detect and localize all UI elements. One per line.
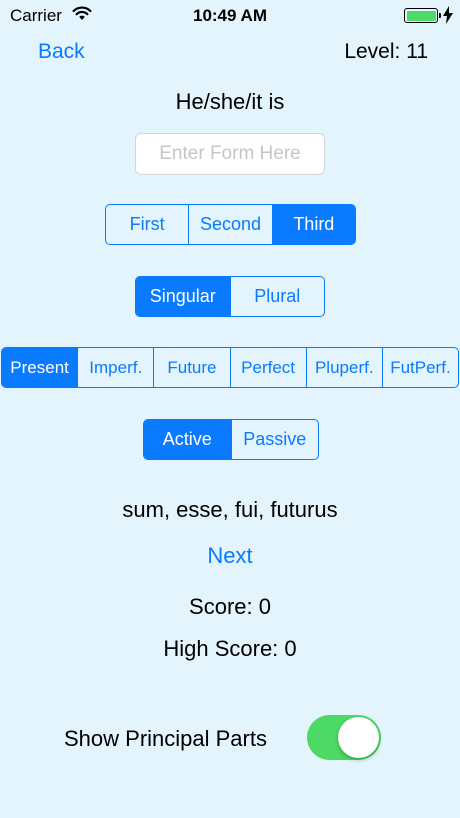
tense-segment-futperf[interactable]: FutPerf. <box>381 348 458 387</box>
voice-segment-active[interactable]: Active <box>144 420 231 459</box>
back-button[interactable]: Back <box>38 40 85 64</box>
person-segment-first[interactable]: First <box>106 205 188 244</box>
tense-segment-future[interactable]: Future <box>153 348 229 387</box>
tense-segment-imperf[interactable]: Imperf. <box>77 348 153 387</box>
show-principal-parts-label: Show Principal Parts <box>64 726 267 751</box>
high-score-label: High Score: 0 <box>163 636 297 661</box>
tense-segment-pluperf[interactable]: Pluperf. <box>305 348 382 387</box>
tense-segment-present[interactable]: Present <box>2 348 78 387</box>
number-segmented-control[interactable]: Singular Plural <box>135 276 325 317</box>
battery-icon <box>404 8 441 23</box>
prompt-label: He/she/it is <box>175 89 285 114</box>
person-segmented-control[interactable]: First Second Third <box>105 204 356 245</box>
status-bar: Carrier 10:49 AM <box>0 0 460 32</box>
voice-segmented-control[interactable]: Active Passive <box>143 419 319 460</box>
show-principal-parts-toggle[interactable] <box>307 715 381 760</box>
score-label: Score: 0 <box>189 594 271 619</box>
number-segment-plural[interactable]: Plural <box>229 277 325 316</box>
level-label: Level: 11 <box>344 40 428 63</box>
voice-segment-passive[interactable]: Passive <box>230 420 319 459</box>
status-time: 10:49 AM <box>192 6 267 25</box>
toggle-knob <box>338 717 379 758</box>
number-segment-singular[interactable]: Singular <box>136 277 230 316</box>
charging-bolt-icon <box>443 6 453 24</box>
form-input[interactable] <box>135 133 325 175</box>
next-button[interactable]: Next <box>180 543 280 569</box>
person-segment-second[interactable]: Second <box>188 205 271 244</box>
tense-segmented-control[interactable]: Present Imperf. Future Perfect Pluperf. FutPe… <box>1 347 459 388</box>
principal-parts-label: sum, esse, fui, futurus <box>122 497 338 522</box>
tense-segment-perfect[interactable]: Perfect <box>229 348 306 387</box>
person-segment-third[interactable]: Third <box>271 205 355 244</box>
